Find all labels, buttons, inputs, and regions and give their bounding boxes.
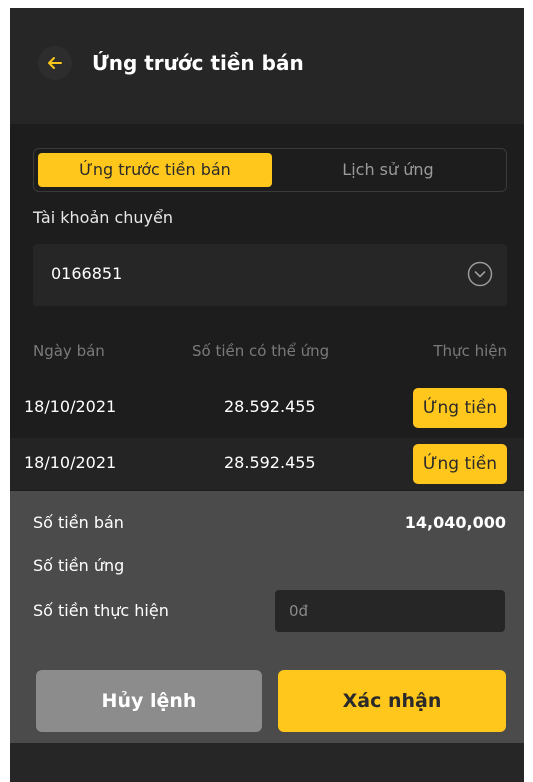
arrow-left-icon <box>48 57 62 69</box>
col-header-available-amount: Số tiền có thể ứng <box>192 342 330 360</box>
col-header-sale-date: Ngày bán <box>33 342 105 360</box>
row-date: 18/10/2021 <box>24 397 117 416</box>
advance-amount-label: Số tiền ứng <box>33 556 125 575</box>
app-screen: Ứng trước tiền bán Ứng trước tiền bán Lị… <box>10 8 524 782</box>
page-title: Ứng trước tiền bán <box>92 51 304 75</box>
execute-amount-label: Số tiền thực hiện <box>33 601 169 620</box>
col-header-action: Thực hiện <box>433 342 507 360</box>
header: Ứng trước tiền bán <box>10 8 524 124</box>
advance-button[interactable]: Ứng tiền <box>413 444 507 484</box>
row-amount: 28.592.455 <box>224 397 316 416</box>
table-row: 18/10/2021 28.592.455 Ứng tiền <box>10 438 524 490</box>
account-label: Tài khoản chuyển <box>33 208 173 227</box>
sale-amount-value: 14,040,000 <box>404 513 506 532</box>
tab-advance-history[interactable]: Lịch sử ứng <box>272 153 504 187</box>
table-row: 18/10/2021 28.592.455 Ứng tiền <box>10 382 524 434</box>
advance-button[interactable]: Ứng tiền <box>413 388 507 428</box>
execute-amount-input[interactable] <box>275 590 505 632</box>
tab-advance-sale[interactable]: Ứng trước tiền bán <box>38 153 272 187</box>
summary-panel: Số tiền bán 14,040,000 Số tiền ứng Số ti… <box>10 491 524 743</box>
row-amount: 28.592.455 <box>224 453 316 472</box>
back-button[interactable] <box>38 46 72 80</box>
account-value: 0166851 <box>51 264 123 283</box>
sale-amount-label: Số tiền bán <box>33 513 124 532</box>
tab-switcher: Ứng trước tiền bán Lịch sử ứng <box>33 148 507 192</box>
confirm-button[interactable]: Xác nhận <box>278 670 506 732</box>
cancel-button[interactable]: Hủy lệnh <box>36 670 262 732</box>
chevron-down-circle-icon <box>467 261 493 287</box>
account-select[interactable]: 0166851 <box>33 244 507 306</box>
bottom-bar <box>10 743 524 782</box>
row-date: 18/10/2021 <box>24 453 117 472</box>
